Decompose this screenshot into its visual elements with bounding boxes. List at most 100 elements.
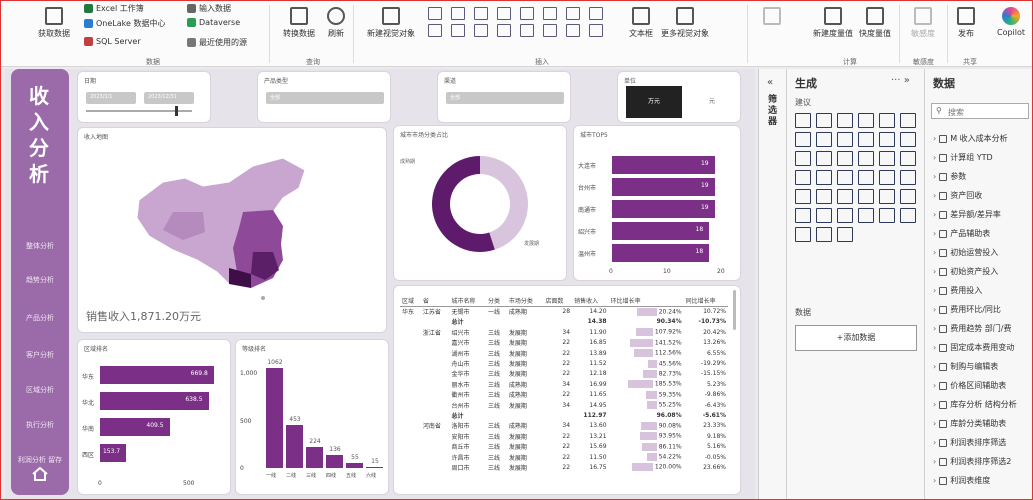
clustered-column-icon[interactable] (497, 7, 511, 20)
date-from-input[interactable]: 2023/1/1 (86, 92, 136, 104)
100-column-icon[interactable] (900, 113, 916, 128)
nav-item-execution[interactable]: 执行分析 (11, 420, 69, 430)
stacked-100-bar-icon[interactable] (520, 7, 534, 20)
table-row[interactable]: 华东 江苏省 无锡市 一线 成熟期 28 14.20 20.24% 10.72% (400, 306, 728, 316)
date-to-input[interactable]: 2023/12/31 (144, 92, 194, 104)
matrix-icon[interactable] (543, 24, 557, 37)
column-header[interactable]: 销售收入 (572, 296, 609, 307)
table-visual-icon[interactable] (520, 24, 534, 37)
table-row[interactable]: 总计 112.97 96.08% -5.61% (400, 410, 728, 420)
map-icon[interactable] (900, 151, 916, 166)
stacked-bar-icon[interactable] (795, 113, 811, 128)
clustered-bar-icon[interactable] (837, 113, 853, 128)
table-row[interactable]: 许昌市 三线 发展期 22 11.50 54.22% -0.05% (400, 452, 728, 462)
treemap-icon[interactable] (474, 24, 488, 37)
field-item[interactable]: › 利润表排序筛选 (933, 437, 1006, 448)
column[interactable] (366, 466, 383, 468)
stacked-column-icon[interactable] (816, 113, 832, 128)
bar[interactable]: 153.7 (100, 444, 127, 462)
excel-button[interactable]: Excel 工作簿 (84, 3, 144, 14)
waterfall-icon[interactable] (900, 132, 916, 147)
publish-button[interactable]: 发布 (957, 7, 975, 39)
table-row[interactable]: 河南省 洛阳市 三线 成熟期 34 13.60 90.08% 23.33% (400, 421, 728, 431)
qa-icon[interactable] (837, 208, 853, 223)
bar[interactable]: 409.5 (100, 418, 170, 436)
bar[interactable]: 18 (612, 244, 710, 262)
nav-item-product[interactable]: 产品分析 (11, 313, 69, 323)
column-header[interactable]: 环比增长率 (608, 296, 684, 307)
field-item[interactable]: › 差异额/差异率 (933, 209, 1001, 220)
field-item[interactable]: › 费用投入 (933, 285, 982, 296)
bar[interactable]: 638.5 (100, 392, 209, 410)
pie-icon[interactable] (837, 151, 853, 166)
matrix-icon[interactable] (858, 189, 874, 204)
narrative-icon[interactable] (858, 208, 874, 223)
line-icon[interactable] (795, 132, 811, 147)
pie-chart-icon[interactable] (428, 24, 442, 37)
unit-option-yuan[interactable]: 元 (688, 86, 736, 118)
azure-map-icon[interactable] (837, 170, 853, 185)
table-row[interactable]: 舟山市 三线 发展期 22 11.52 45.56% -19.29% (400, 358, 728, 368)
decomposition-icon[interactable] (816, 208, 832, 223)
nav-item-customer[interactable]: 客户分析 (11, 350, 69, 360)
r-visual-icon[interactable] (879, 189, 895, 204)
collapse-chevron-icon[interactable]: « (767, 77, 773, 88)
key-influencers-icon[interactable] (795, 208, 811, 223)
filters-pane-label[interactable]: 筛选器 (768, 95, 778, 128)
dataverse-button[interactable]: Dataverse (187, 18, 240, 27)
channel-dropdown[interactable]: 全部 (446, 92, 564, 104)
power-automate-icon[interactable] (816, 227, 832, 242)
more-options-icon[interactable]: ··· » (891, 75, 910, 86)
nav-item-region[interactable]: 区域分析 (11, 385, 69, 395)
table-row[interactable]: 总计 14.38 90.34% -10.73% (400, 317, 728, 327)
more-visuals-button[interactable]: 更多视觉对象 (661, 7, 709, 39)
china-map[interactable] (133, 152, 323, 302)
table-row[interactable]: 台州市 三线 发展期 34 14.95 55.25% -6.43% (400, 400, 728, 410)
table-row[interactable]: 周口市 三线 发展期 22 16.75 120.00% 23.66% (400, 462, 728, 472)
add-data-button[interactable]: +添加数据 (795, 325, 917, 351)
new-visual-button[interactable]: 新建视觉对象 (367, 7, 415, 39)
card-icon[interactable] (566, 24, 580, 37)
line-column-icon[interactable] (858, 132, 874, 147)
trophy-icon[interactable] (795, 227, 811, 242)
bar[interactable]: 18 (612, 222, 710, 240)
ribbon-chart-icon[interactable] (589, 7, 603, 20)
column-header[interactable]: 同比增长率 (683, 296, 728, 307)
field-item[interactable]: › 资产回收 (933, 190, 982, 201)
field-item[interactable]: › 制购与编辑表 (933, 361, 998, 372)
filled-map-icon[interactable] (795, 170, 811, 185)
table-scrollbar[interactable] (733, 290, 736, 330)
ribbon-icon[interactable] (879, 132, 895, 147)
search-input[interactable]: 搜索 (948, 107, 964, 118)
search-box[interactable]: ⚲ 搜索 (931, 103, 1029, 119)
field-item[interactable]: › M 收入成本分析 (933, 133, 1008, 144)
column-header[interactable]: 区域 (400, 296, 421, 307)
treemap-icon[interactable] (879, 151, 895, 166)
field-item[interactable]: › 产品辅助表 (933, 228, 990, 239)
transform-data-button[interactable]: 转换数据 (283, 7, 315, 39)
field-item[interactable]: › 计算组 YTD (933, 152, 993, 163)
shape-map-icon[interactable] (816, 170, 832, 185)
100-bar-icon[interactable] (879, 113, 895, 128)
field-item[interactable]: › 价格区间辅助表 (933, 380, 1006, 391)
more-visuals-expand-icon[interactable] (589, 24, 603, 37)
field-item[interactable]: › 库存分析 结构分析 (933, 399, 1017, 410)
field-item[interactable]: › 参数 (933, 171, 966, 182)
power-apps-icon[interactable] (900, 208, 916, 223)
table-row[interactable]: 湖州市 三线 发展期 22 13.89 112.56% 6.55% (400, 348, 728, 358)
nav-item-profit[interactable]: 利润分析 留存 (11, 455, 69, 465)
bar[interactable]: 19 (612, 200, 715, 218)
area-chart-icon[interactable] (566, 7, 580, 20)
home-icon[interactable] (32, 467, 48, 481)
copilot-button[interactable]: Copilot (997, 7, 1025, 37)
donut-chart-icon[interactable] (451, 24, 465, 37)
table-row[interactable]: 衢州市 三线 成熟期 22 11.65 59.35% -9.86% (400, 390, 728, 400)
field-item[interactable]: › 初始资产投入 (933, 266, 998, 277)
scatter-icon[interactable] (816, 151, 832, 166)
table-row[interactable]: 丽水市 三线 成熟期 34 16.99 185.53% 5.23% (400, 379, 728, 389)
field-item[interactable]: › 费用环比/同比 (933, 304, 1001, 315)
bar[interactable]: 19 (612, 156, 715, 174)
textbox-button[interactable]: 文本框 (629, 7, 653, 39)
bar[interactable]: 19 (612, 178, 715, 196)
gauge-icon[interactable] (858, 170, 874, 185)
